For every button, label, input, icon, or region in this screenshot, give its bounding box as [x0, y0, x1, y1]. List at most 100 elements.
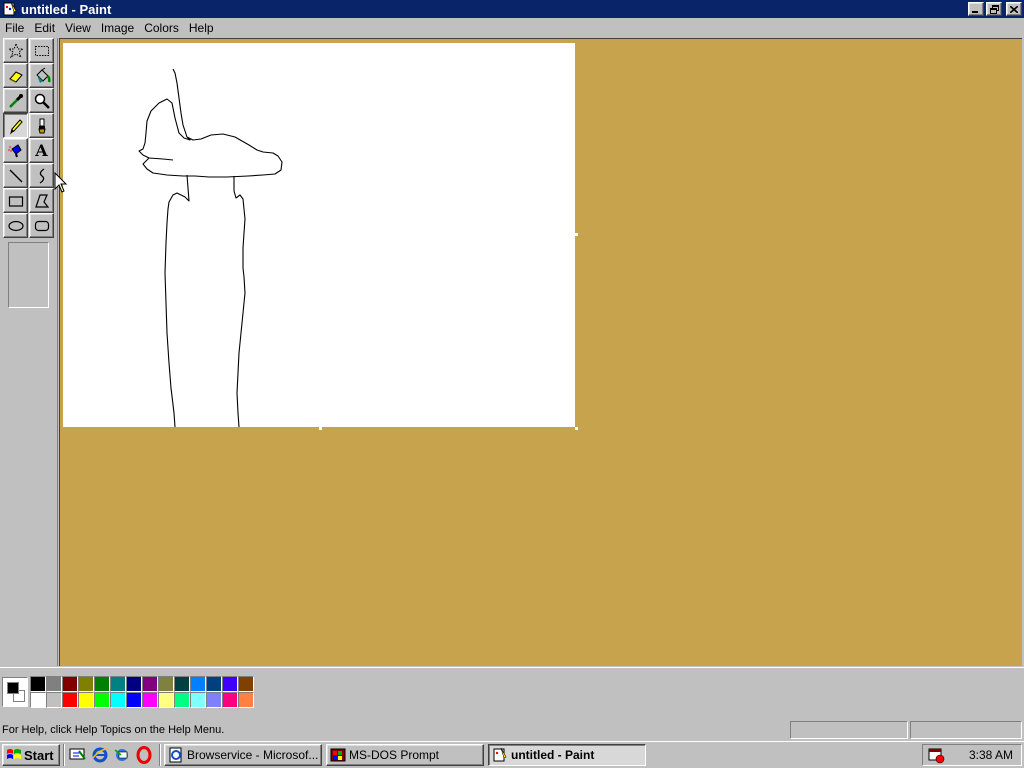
status-bar: For Help, click Help Topics on the Help …	[0, 719, 1024, 740]
resize-handle-middle-right[interactable]	[575, 233, 578, 236]
window-title: untitled - Paint	[21, 1, 112, 17]
tool-options-box[interactable]	[8, 242, 49, 308]
color-swatch[interactable]	[126, 692, 142, 708]
foreground-color-swatch[interactable]	[7, 682, 19, 694]
task-button-paint[interactable]: untitled - Paint	[488, 744, 646, 766]
opera-button[interactable]	[134, 745, 154, 765]
resize-handle-bottom-right[interactable]	[575, 427, 578, 430]
task-label: MS-DOS Prompt	[349, 748, 440, 762]
color-swatch[interactable]	[238, 692, 254, 708]
color-swatch[interactable]	[142, 676, 158, 692]
color-swatch[interactable]	[94, 676, 110, 692]
show-desktop-button[interactable]	[68, 745, 88, 765]
tool-eraser[interactable]	[3, 63, 28, 88]
opera-icon	[136, 746, 152, 764]
menu-bar: File Edit View Image Colors Help	[0, 19, 1024, 37]
star-select-icon	[7, 42, 24, 58]
color-swatch[interactable]	[142, 692, 158, 708]
resize-handle-bottom-middle[interactable]	[319, 427, 322, 430]
color-swatch[interactable]	[174, 692, 190, 708]
tool-ellipse[interactable]	[3, 213, 28, 238]
taskbar: Start Browservice - Microsof... MS-DOS P…	[0, 741, 1024, 768]
close-button[interactable]	[1006, 2, 1022, 16]
color-palette-bar	[0, 667, 1024, 715]
color-swatch[interactable]	[78, 676, 94, 692]
color-swatch[interactable]	[222, 676, 238, 692]
color-swatch[interactable]	[206, 676, 222, 692]
menu-image[interactable]: Image	[96, 21, 139, 35]
taskbar-separator	[63, 744, 65, 766]
polygon-icon	[34, 193, 49, 208]
clock[interactable]: 3:38 AM	[945, 748, 1021, 762]
current-colors-box[interactable]	[2, 677, 28, 707]
color-swatch[interactable]	[238, 676, 254, 692]
close-icon	[1010, 5, 1018, 13]
menu-view[interactable]: View	[60, 21, 96, 35]
color-swatch[interactable]	[62, 692, 78, 708]
color-swatch[interactable]	[78, 692, 94, 708]
start-label: Start	[24, 747, 54, 763]
magnifier-icon	[34, 93, 50, 109]
system-tray: 3:38 AM	[922, 744, 1022, 766]
color-swatch[interactable]	[206, 692, 222, 708]
task-button-browservice[interactable]: Browservice - Microsof...	[164, 744, 322, 766]
tool-select[interactable]	[29, 38, 54, 63]
eyedropper-icon	[8, 93, 23, 108]
color-swatch[interactable]	[158, 676, 174, 692]
tool-polygon[interactable]	[29, 188, 54, 213]
tool-airbrush[interactable]	[3, 138, 28, 163]
paint-app-icon[interactable]	[2, 1, 18, 17]
rectangle-icon	[8, 195, 23, 207]
show-desktop-icon	[69, 748, 86, 760]
color-swatch[interactable]	[110, 692, 126, 708]
color-swatch[interactable]	[222, 692, 238, 708]
tool-pencil[interactable]	[3, 113, 28, 138]
menu-file[interactable]: File	[0, 21, 29, 35]
color-swatch[interactable]	[94, 692, 110, 708]
menu-help[interactable]: Help	[184, 21, 219, 35]
tool-magnifier[interactable]	[29, 88, 54, 113]
color-swatch[interactable]	[30, 676, 46, 692]
color-swatch[interactable]	[174, 676, 190, 692]
internet-explorer-button[interactable]	[90, 745, 110, 765]
tool-line[interactable]	[3, 163, 28, 188]
color-swatch[interactable]	[30, 692, 46, 708]
ellipse-icon	[7, 220, 24, 231]
resize-handle-top-middle[interactable]	[319, 39, 322, 42]
ie-page-icon	[169, 747, 182, 763]
tool-rounded-rectangle[interactable]	[29, 213, 54, 238]
curve-icon	[39, 167, 44, 184]
tool-brush[interactable]	[29, 113, 54, 138]
task-button-msdos-prompt[interactable]: MS-DOS Prompt	[326, 744, 484, 766]
rounded-rect-icon	[34, 220, 49, 231]
color-swatch[interactable]	[62, 676, 78, 692]
tool-curve[interactable]	[29, 163, 54, 188]
eraser-icon	[8, 70, 23, 83]
tool-fill-with-color[interactable]	[29, 63, 54, 88]
outlook-express-button[interactable]	[112, 745, 132, 765]
title-bar[interactable]: untitled - Paint	[0, 0, 1024, 18]
menu-edit[interactable]: Edit	[29, 21, 60, 35]
drawing-canvas[interactable]	[63, 43, 575, 428]
drawing-workspace[interactable]	[59, 38, 1022, 666]
tool-pick-color[interactable]	[3, 88, 28, 113]
tool-grid: A	[3, 38, 55, 238]
color-swatches	[30, 676, 254, 708]
color-swatch[interactable]	[190, 692, 206, 708]
line-icon	[9, 169, 22, 182]
minimize-button[interactable]	[968, 2, 984, 16]
color-swatch[interactable]	[190, 676, 206, 692]
restore-button[interactable]	[986, 2, 1002, 16]
color-swatch[interactable]	[46, 676, 62, 692]
color-swatch[interactable]	[46, 692, 62, 708]
start-button[interactable]: Start	[2, 744, 60, 766]
paint-bucket-icon	[35, 67, 51, 83]
scheduler-icon[interactable]	[927, 746, 945, 764]
tool-free-form-select[interactable]	[3, 38, 28, 63]
color-swatch[interactable]	[110, 676, 126, 692]
menu-colors[interactable]: Colors	[139, 21, 184, 35]
color-swatch[interactable]	[158, 692, 174, 708]
tool-text[interactable]: A	[29, 138, 54, 163]
tool-rectangle[interactable]	[3, 188, 28, 213]
color-swatch[interactable]	[126, 676, 142, 692]
